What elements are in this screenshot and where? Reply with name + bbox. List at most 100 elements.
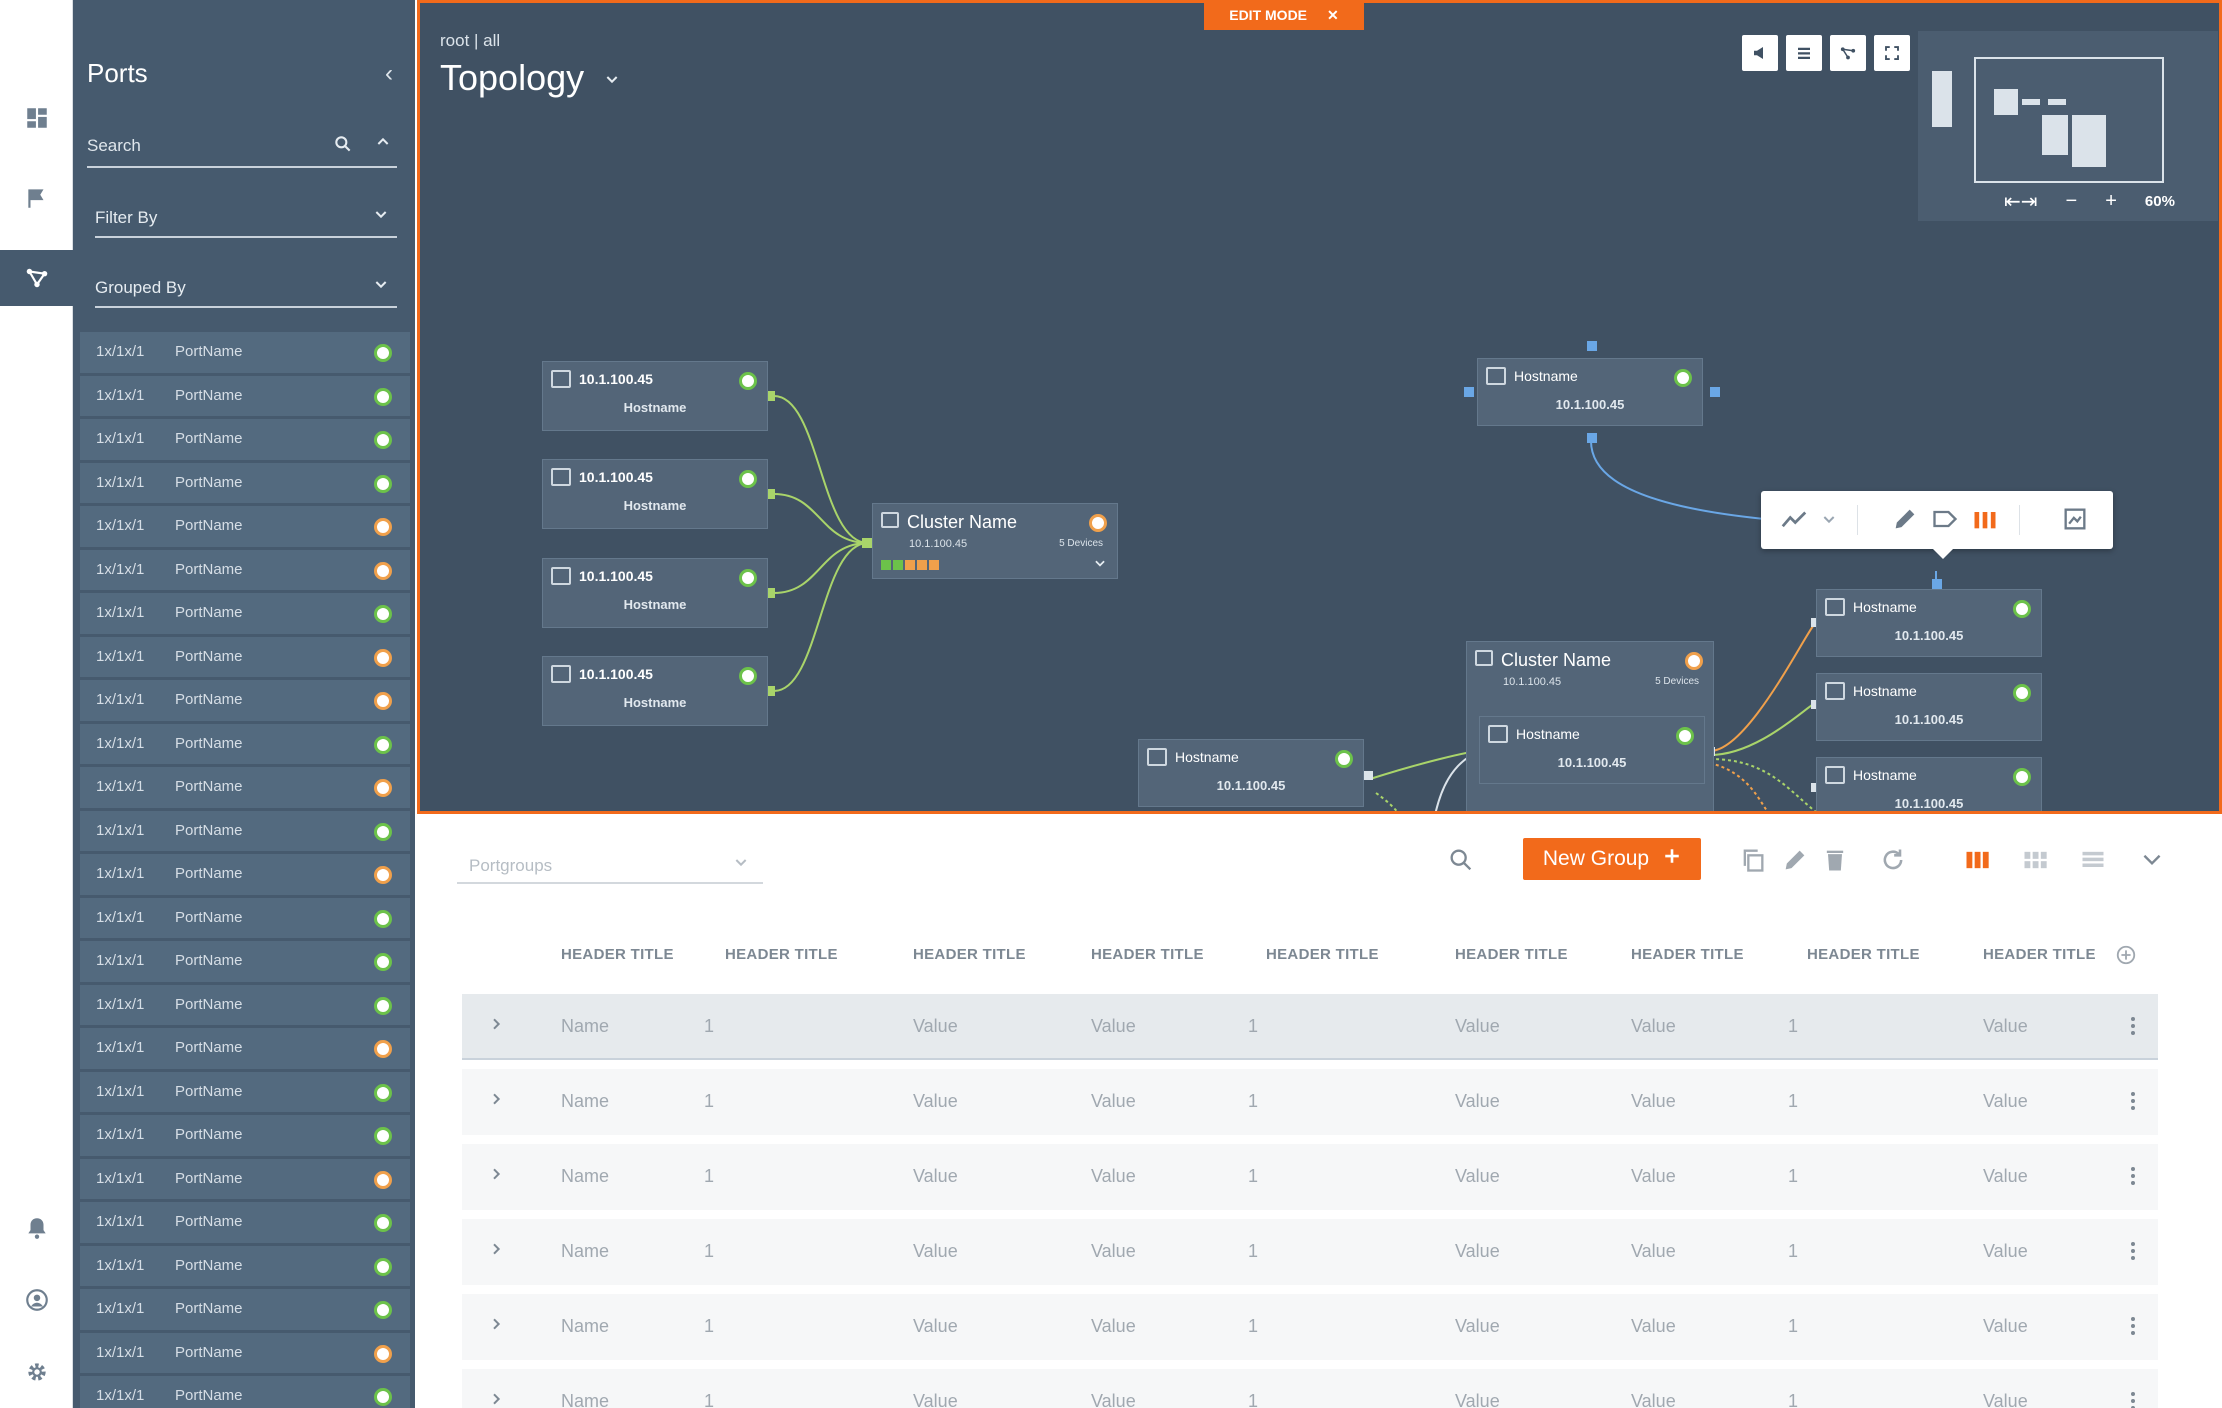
table-row[interactable]: Name 1 Value Value 1 Value Value 1 Value (462, 1294, 2158, 1360)
chevron-down-icon[interactable] (2139, 846, 2165, 877)
edit-pencil-icon[interactable] (1891, 505, 1919, 538)
port-list-item[interactable]: 1x/1x/1 PortName (80, 549, 410, 590)
port-list-item[interactable]: 1x/1x/1 PortName (80, 1202, 410, 1243)
device-node[interactable]: Hostname 10.1.100.45 (1138, 739, 1364, 807)
port-list-item[interactable]: 1x/1x/1 PortName (80, 1289, 410, 1330)
trend-chart-icon[interactable] (1779, 505, 1809, 540)
device-node[interactable]: Hostname 10.1.100.45 (1816, 673, 2042, 741)
table-row[interactable]: Name 1 Value Value 1 Value Value 1 Value (462, 1144, 2158, 1210)
table-row[interactable]: Name 1 Value Value 1 Value Value 1 Value (462, 1369, 2158, 1408)
image-export-icon[interactable] (2061, 505, 2089, 538)
port-list-item[interactable]: 1x/1x/1 PortName (80, 941, 410, 982)
port-list-item[interactable]: 1x/1x/1 PortName (80, 680, 410, 721)
table-cell: 1 (1247, 1166, 1258, 1186)
column-header[interactable]: HEADER TITLE (1266, 946, 1379, 963)
row-more-options-icon[interactable] (2128, 1314, 2138, 1343)
row-more-options-icon[interactable] (2128, 1389, 2138, 1408)
device-node[interactable]: Hostname 10.1.100.45 (1816, 757, 2042, 811)
device-node[interactable]: 10.1.100.45 Hostname (542, 656, 768, 726)
port-list-item[interactable]: 1x/1x/1 PortName (80, 462, 410, 503)
search-icon[interactable] (333, 134, 353, 159)
expand-row-chevron-icon[interactable] (488, 1016, 504, 1037)
ports-search-input[interactable]: Search (87, 128, 397, 168)
column-header[interactable]: HEADER TITLE (1983, 946, 2096, 963)
search-icon[interactable] (1447, 846, 1475, 879)
table-row[interactable]: Name 1 Value Value 1 Value Value 1 Value (462, 1219, 2158, 1285)
cluster-node-expanded[interactable]: Cluster Name 10.1.100.45 5 Devices Hostn… (1466, 641, 1714, 811)
table-row[interactable]: Name 1 Value Value 1 Value Value 1 Value (462, 1069, 2158, 1135)
device-node-selected[interactable]: Hostname 10.1.100.45 (1477, 358, 1703, 426)
column-header[interactable]: HEADER TITLE (725, 946, 838, 963)
status-warning-icon (374, 1040, 392, 1058)
port-list-item[interactable]: 1x/1x/1 PortName (80, 1332, 410, 1373)
port-list-item[interactable]: 1x/1x/1 PortName (80, 1071, 410, 1112)
ports-view-icon[interactable] (1971, 505, 1999, 538)
port-list-item[interactable]: 1x/1x/1 PortName (80, 854, 410, 895)
chevron-up-icon[interactable] (375, 134, 391, 155)
collapse-panel-chevron-icon[interactable]: ‹ (385, 60, 393, 88)
port-list-item[interactable]: 1x/1x/1 PortName (80, 810, 410, 851)
table-row[interactable]: Name 1 Value Value 1 Value Value 1 Value (462, 994, 2158, 1060)
column-header[interactable]: HEADER TITLE (1091, 946, 1204, 963)
port-list-item[interactable]: 1x/1x/1 PortName (80, 984, 410, 1025)
grid-view-icon[interactable] (2021, 846, 2049, 879)
chevron-down-icon[interactable] (1093, 556, 1107, 575)
status-ok-icon (2013, 684, 2031, 702)
dashboard-icon[interactable] (0, 90, 73, 146)
column-header[interactable]: HEADER TITLE (1455, 946, 1568, 963)
device-node[interactable]: Hostname 10.1.100.45 (1816, 589, 2042, 657)
device-node[interactable]: 10.1.100.45 Hostname (542, 361, 768, 431)
column-header[interactable]: HEADER TITLE (1807, 946, 1920, 963)
column-header[interactable]: HEADER TITLE (561, 946, 674, 963)
tag-label-icon[interactable] (1931, 505, 1959, 538)
device-node[interactable]: 10.1.100.45 Hostname (542, 459, 768, 529)
port-list-item[interactable]: 1x/1x/1 PortName (80, 1158, 410, 1199)
port-list-item[interactable]: 1x/1x/1 PortName (80, 636, 410, 677)
topology-nav-icon[interactable] (0, 250, 73, 306)
port-list-item[interactable]: 1x/1x/1 PortName (80, 1245, 410, 1286)
port-list-item[interactable]: 1x/1x/1 PortName (80, 593, 410, 634)
port-list-item[interactable]: 1x/1x/1 PortName (80, 375, 410, 416)
new-group-button[interactable]: New Group (1523, 838, 1701, 880)
cluster-node[interactable]: Cluster Name 10.1.100.45 5 Devices (872, 503, 1118, 579)
expand-row-chevron-icon[interactable] (488, 1166, 504, 1187)
row-more-options-icon[interactable] (2128, 1014, 2138, 1043)
port-list-item[interactable]: 1x/1x/1 PortName (80, 1028, 410, 1069)
expand-row-chevron-icon[interactable] (488, 1316, 504, 1337)
device-node[interactable]: Hostname 10.1.100.45 (1479, 716, 1705, 784)
port-list-item[interactable]: 1x/1x/1 PortName (80, 767, 410, 808)
port-list-item[interactable]: 1x/1x/1 PortName (80, 1376, 410, 1408)
portgroups-select[interactable]: Portgroups (457, 844, 763, 884)
row-more-options-icon[interactable] (2128, 1089, 2138, 1118)
notifications-bell-icon[interactable] (0, 1200, 73, 1256)
port-list-item[interactable]: 1x/1x/1 PortName (80, 506, 410, 547)
refresh-icon[interactable] (1879, 846, 1907, 879)
add-column-icon[interactable] (2115, 944, 2137, 971)
device-node[interactable]: 10.1.100.45 Hostname (542, 558, 768, 628)
user-account-icon[interactable] (0, 1272, 73, 1328)
column-header[interactable]: HEADER TITLE (1631, 946, 1744, 963)
alerts-flag-icon[interactable] (0, 170, 73, 226)
table-cell: Value (913, 1016, 958, 1036)
column-view-icon[interactable] (1963, 846, 1991, 879)
list-view-icon[interactable] (2079, 846, 2107, 879)
column-header[interactable]: HEADER TITLE (913, 946, 1026, 963)
filter-by-select[interactable]: Filter By (95, 196, 397, 238)
expand-row-chevron-icon[interactable] (488, 1091, 504, 1112)
edit-pencil-icon[interactable] (1781, 846, 1809, 879)
port-list-item[interactable]: 1x/1x/1 PortName (80, 1115, 410, 1156)
settings-gear-icon[interactable] (0, 1344, 73, 1400)
port-list-item[interactable]: 1x/1x/1 PortName (80, 419, 410, 460)
row-more-options-icon[interactable] (2128, 1239, 2138, 1268)
topology-canvas[interactable]: EDIT MODE ✕ root | all Topology ⇤⇥ − + 6… (417, 0, 2222, 814)
port-list-item[interactable]: 1x/1x/1 PortName (80, 897, 410, 938)
copy-icon[interactable] (1739, 846, 1767, 879)
expand-row-chevron-icon[interactable] (488, 1391, 504, 1408)
grouped-by-select[interactable]: Grouped By (95, 266, 397, 308)
port-list-item[interactable]: 1x/1x/1 PortName (80, 332, 410, 373)
port-list-item[interactable]: 1x/1x/1 PortName (80, 723, 410, 764)
expand-row-chevron-icon[interactable] (488, 1241, 504, 1262)
delete-trash-icon[interactable] (1821, 846, 1849, 879)
chevron-down-icon[interactable] (1821, 511, 1837, 532)
row-more-options-icon[interactable] (2128, 1164, 2138, 1193)
